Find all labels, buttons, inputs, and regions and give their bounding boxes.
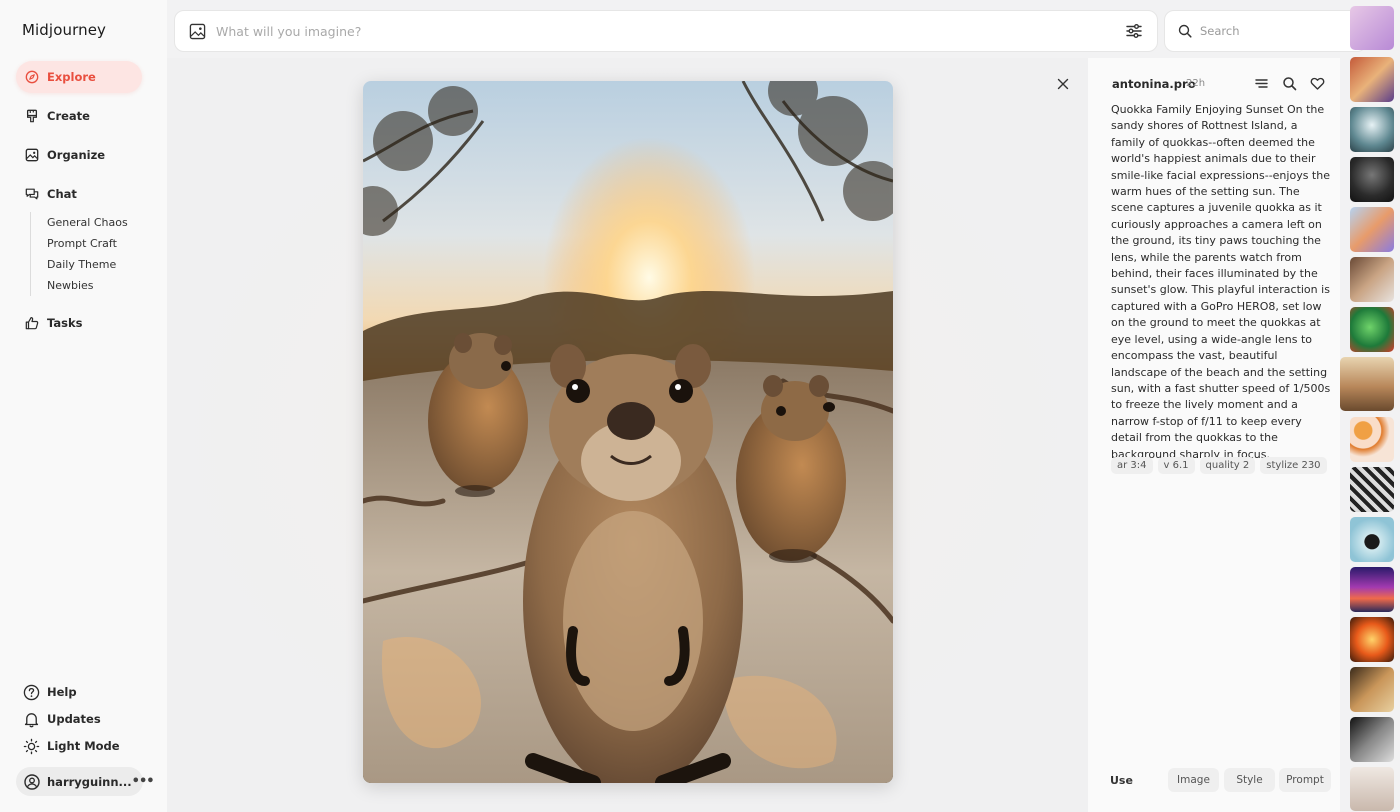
param-tags: ar 3:4 v 6.1 quality 2 stylize 230	[1111, 457, 1327, 474]
chat-room-daily-theme[interactable]: Daily Theme	[47, 254, 128, 275]
thumb-interior-room[interactable]	[1350, 667, 1394, 712]
post-time: 22h	[1186, 78, 1206, 89]
nav-explore[interactable]: Explore	[16, 61, 142, 93]
image-frame-icon	[25, 148, 39, 162]
chat-bubbles-icon	[25, 187, 39, 201]
help-label: Help	[47, 685, 77, 699]
chat-room-newbies[interactable]: Newbies	[47, 275, 128, 296]
nav-chat-label: Chat	[47, 187, 77, 201]
thumb-green-face-art[interactable]	[1350, 307, 1394, 352]
prompt-bar	[174, 10, 1158, 52]
sliders-icon[interactable]	[1125, 22, 1143, 40]
app-logo[interactable]: Midjourney	[22, 21, 106, 39]
thumb-quokka-selected[interactable]	[1340, 357, 1394, 411]
nav-tasks[interactable]: Tasks	[16, 307, 142, 339]
light-mode-label: Light Mode	[47, 739, 120, 753]
username: harryguinn...	[47, 774, 132, 789]
chat-room-general-chaos[interactable]: General Chaos	[47, 212, 128, 233]
thumb-halloween-pattern[interactable]	[1350, 417, 1394, 462]
thumb-zebra-stripes[interactable]	[1350, 467, 1394, 512]
search-box	[1164, 10, 1367, 52]
help-link[interactable]: Help	[23, 681, 77, 703]
thumb-bw-portrait[interactable]	[1350, 717, 1394, 762]
chat-room-prompt-craft[interactable]: Prompt Craft	[47, 233, 128, 254]
param-version: v 6.1	[1157, 457, 1195, 474]
search-similar-icon[interactable]	[1282, 76, 1297, 91]
compass-icon	[25, 70, 39, 84]
thumb-dark-armor[interactable]	[1350, 157, 1394, 202]
search-input[interactable]	[1200, 24, 1353, 38]
main-image-quokka[interactable]	[363, 81, 893, 783]
use-prompt-button[interactable]: Prompt	[1279, 768, 1331, 792]
updates-link[interactable]: Updates	[23, 708, 101, 730]
use-style-button[interactable]: Style	[1224, 768, 1275, 792]
param-stylize: stylize 230	[1260, 457, 1327, 474]
thumb-cat-illustration[interactable]	[1350, 517, 1394, 562]
updates-label: Updates	[47, 712, 101, 726]
nav-create[interactable]: Create	[16, 100, 142, 132]
more-options-icon[interactable]: •••	[132, 774, 155, 789]
prompt-input[interactable]	[216, 23, 1125, 39]
thumb-colorful-3d[interactable]	[1350, 207, 1394, 252]
param-quality: quality 2	[1199, 457, 1256, 474]
thumbnail-strip	[1340, 0, 1400, 812]
thumb-skeleton-xray[interactable]	[1350, 107, 1394, 152]
nav-create-label: Create	[47, 109, 90, 123]
thumb-group-portrait[interactable]	[1350, 57, 1394, 102]
use-label: Use	[1110, 774, 1133, 787]
image-upload-icon[interactable]	[189, 23, 206, 40]
thumb-figure[interactable]	[1350, 767, 1394, 811]
brush-icon	[25, 109, 39, 123]
user-account-button[interactable]: harryguinn... •••	[16, 767, 155, 796]
nav-organize[interactable]: Organize	[16, 139, 142, 171]
sun-icon	[23, 738, 40, 755]
chat-room-list: General Chaos Prompt Craft Daily Theme N…	[30, 212, 128, 296]
nav-explore-label: Explore	[47, 70, 96, 84]
nav-tasks-label: Tasks	[47, 316, 83, 330]
author-name[interactable]: antonina.pro	[1112, 77, 1196, 91]
user-avatar-icon	[24, 773, 40, 790]
thumbs-up-icon	[25, 316, 39, 330]
bell-icon	[23, 711, 40, 728]
light-mode-toggle[interactable]: Light Mode	[23, 735, 120, 757]
thumb-city-street[interactable]	[1350, 257, 1394, 302]
close-icon[interactable]	[1054, 75, 1072, 93]
thumb-orange-fire[interactable]	[1350, 617, 1394, 662]
param-aspect-ratio: ar 3:4	[1111, 457, 1153, 474]
thumb-purple-sunset[interactable]	[1350, 567, 1394, 612]
sidebar: Midjourney Explore Create Organize Chat …	[0, 0, 167, 812]
menu-lines-icon[interactable]	[1254, 76, 1269, 91]
detail-panel: antonina.pro 22h Quokka Family Enjoying …	[1088, 58, 1340, 812]
use-image-button[interactable]: Image	[1168, 768, 1219, 792]
search-icon	[1178, 24, 1192, 38]
prompt-text: Quokka Family Enjoying Sunset On the san…	[1111, 103, 1331, 461]
nav-chat[interactable]: Chat	[16, 178, 142, 210]
help-circle-icon	[23, 684, 40, 701]
heart-icon[interactable]	[1310, 76, 1325, 91]
thumb-top-partial[interactable]	[1350, 6, 1394, 50]
nav-organize-label: Organize	[47, 148, 106, 162]
